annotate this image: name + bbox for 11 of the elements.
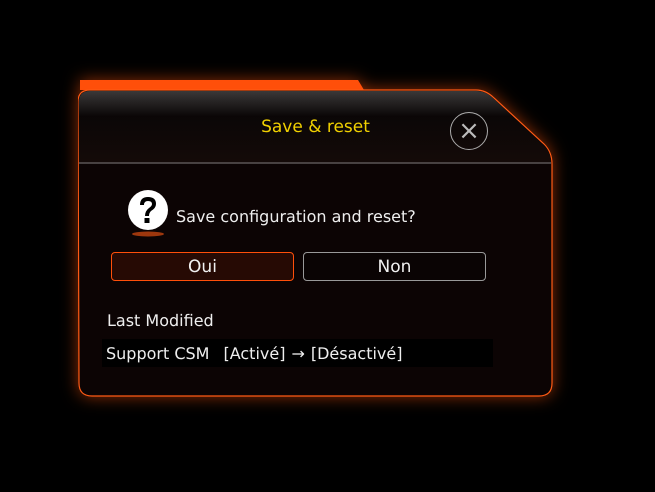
dialog-button[interactable]: Oui <box>111 252 294 281</box>
message-text: Save configuration and reset? <box>176 206 416 226</box>
dialog-title: Save & reset <box>261 116 370 136</box>
dialog-button[interactable]: Non <box>303 252 486 281</box>
old-value: [Activé] <box>223 344 286 362</box>
arrow-text: → <box>291 344 305 362</box>
new-value: [Désactivé] <box>310 344 402 362</box>
section-heading: Last Modified <box>107 311 215 330</box>
setting-name: Support CSM <box>106 344 210 362</box>
question-icon <box>126 190 170 238</box>
close-button[interactable]: × <box>450 112 488 150</box>
